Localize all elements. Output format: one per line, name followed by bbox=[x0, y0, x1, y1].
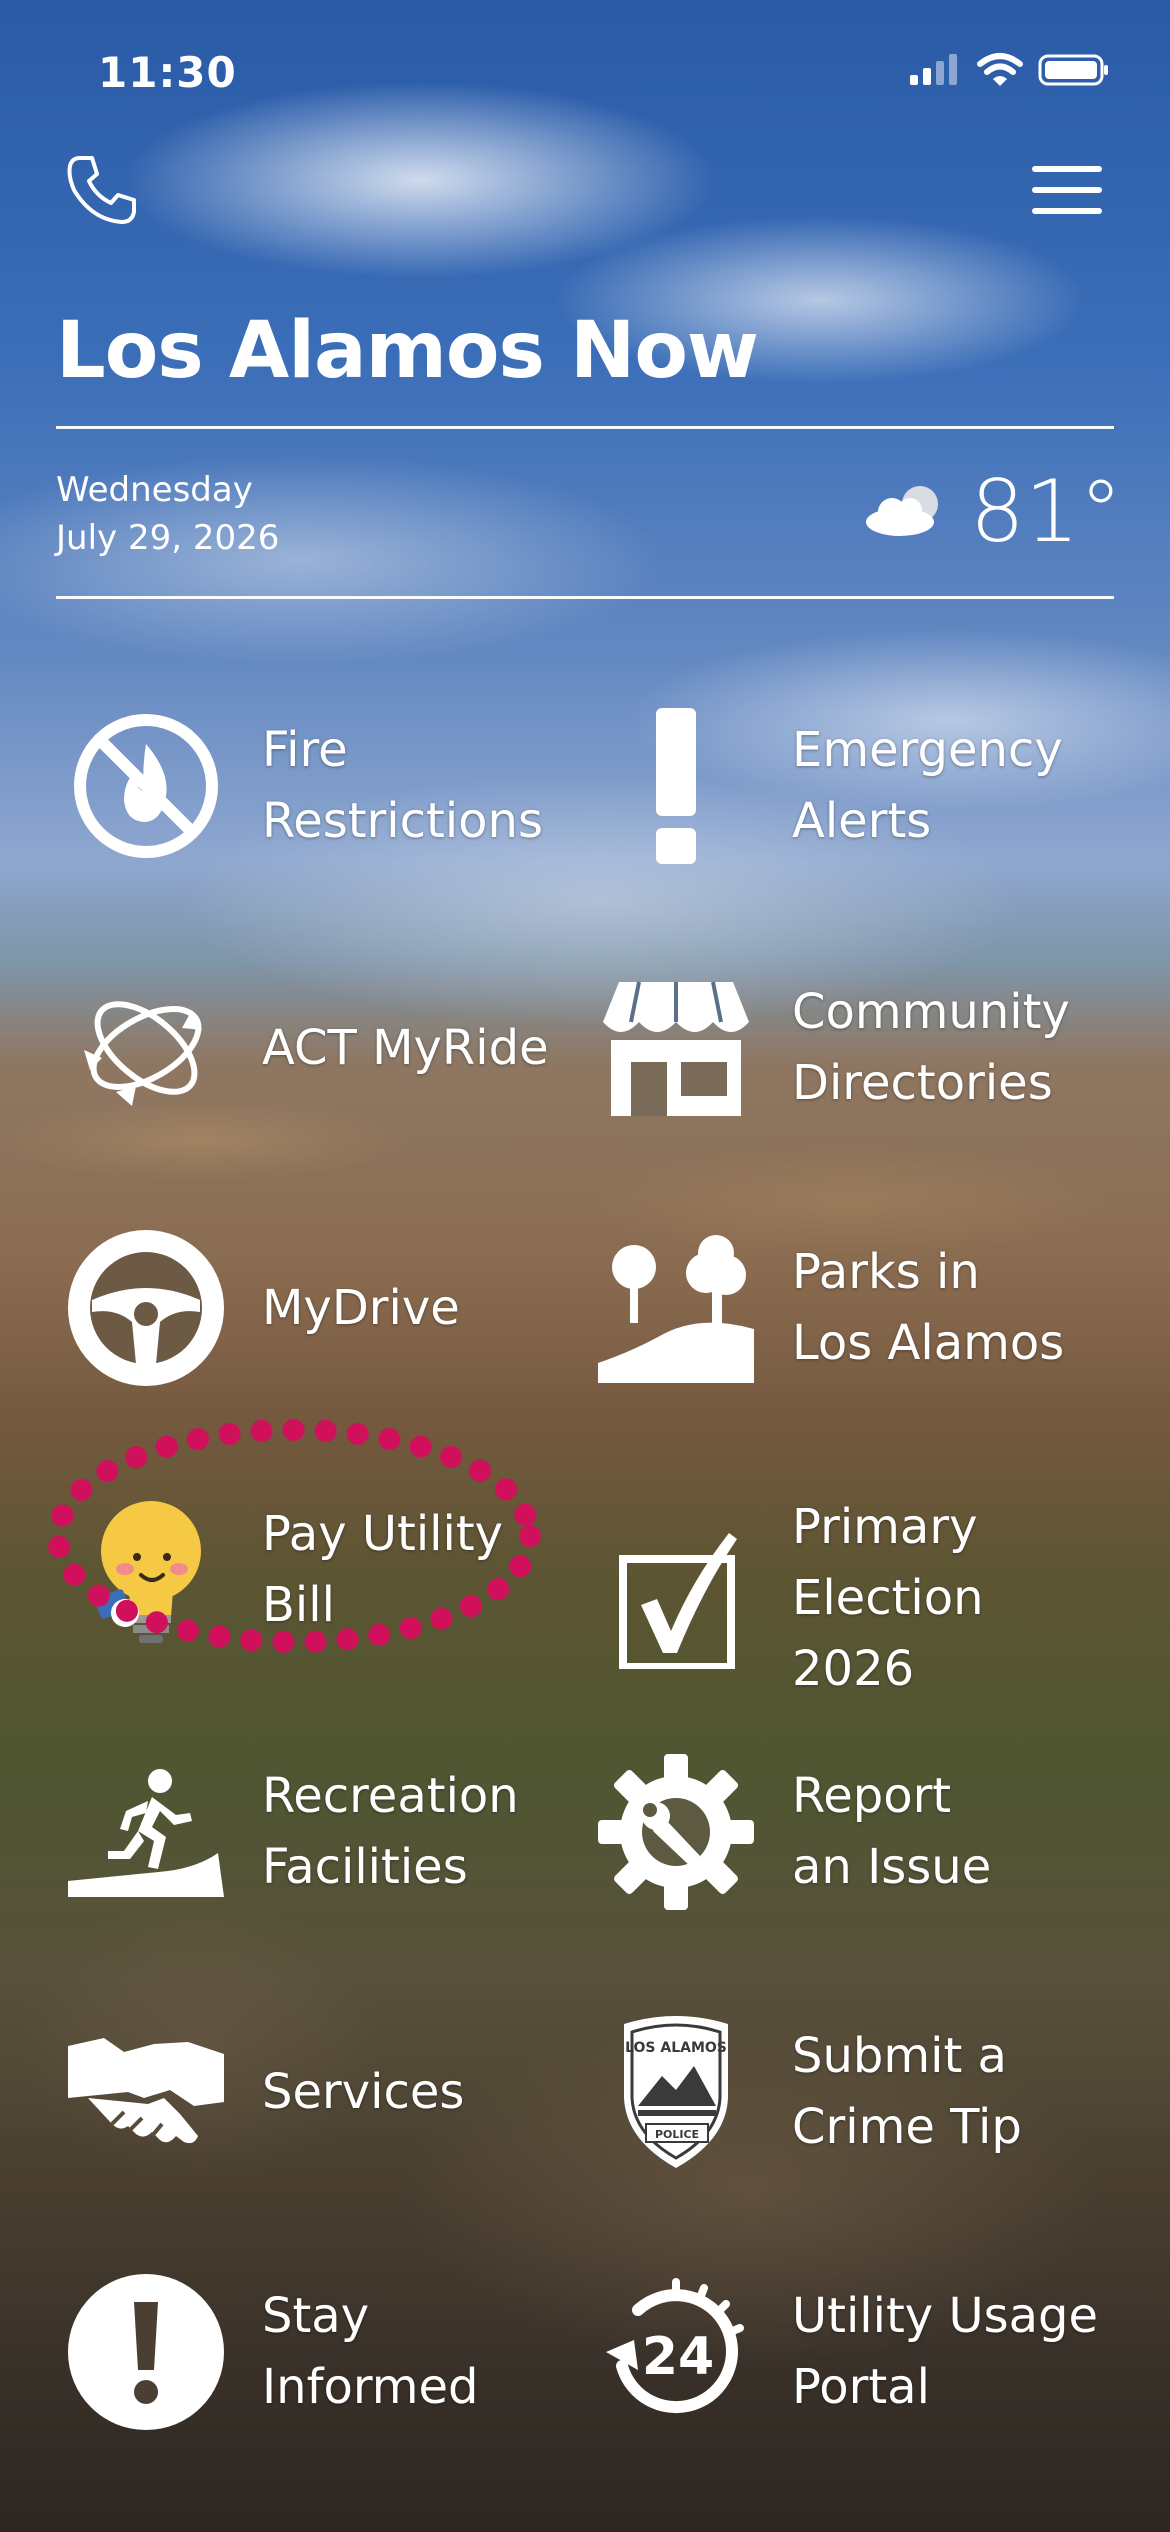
header-divider-top bbox=[56, 426, 1114, 429]
tile-pay-utility-bill[interactable]: Pay Utility Bill bbox=[68, 1492, 503, 1648]
tile-label: MyDrive bbox=[262, 1279, 460, 1336]
tile-label: Submit a Crime Tip bbox=[792, 2028, 1022, 2155]
info-exclamation-circle-icon bbox=[68, 2274, 224, 2430]
tile-label: Recreation Facilities bbox=[262, 1768, 519, 1895]
hamburger-icon bbox=[1032, 166, 1102, 214]
tile-label: Emergency Alerts bbox=[792, 722, 1063, 849]
tile-label: Pay Utility Bill bbox=[262, 1506, 504, 1633]
tile-label: Primary Election 2026 bbox=[792, 1499, 984, 1697]
temperature-readout: 81° bbox=[970, 462, 1123, 562]
weekday-label: Wednesday bbox=[56, 470, 253, 510]
steering-wheel-icon bbox=[68, 1230, 224, 1386]
tile-label: Parks in Los Alamos bbox=[792, 1244, 1065, 1371]
tile-act-myride[interactable]: ACT MyRide bbox=[68, 970, 549, 1126]
tile-recreation-facilities[interactable]: Recreation Facilities bbox=[68, 1754, 519, 1910]
handshake-icon bbox=[68, 2014, 224, 2170]
battery-icon bbox=[1038, 54, 1108, 86]
clock-24-text: 24 bbox=[642, 2327, 714, 2387]
badge-bottom-text: POLICE bbox=[655, 2128, 699, 2141]
bus-route-arrows-icon bbox=[68, 970, 224, 1126]
badge-top-text: LOS ALAMOS bbox=[625, 2040, 727, 2056]
tile-parks[interactable]: Parks in Los Alamos bbox=[598, 1230, 1064, 1386]
tile-label: Services bbox=[262, 2063, 465, 2120]
storefront-icon bbox=[598, 970, 754, 1126]
status-icons bbox=[908, 52, 1110, 88]
tile-label: Report an Issue bbox=[792, 1768, 992, 1895]
park-trees-icon bbox=[598, 1230, 754, 1386]
tile-services[interactable]: Services bbox=[68, 2014, 464, 2170]
tile-label: Fire Restrictions bbox=[262, 722, 543, 849]
tile-crime-tip[interactable]: LOS ALAMOS POLICE Submit a Crime Tip bbox=[598, 2014, 1022, 2170]
status-time: 11:30 bbox=[98, 48, 237, 97]
signal-icon bbox=[910, 54, 957, 85]
tile-mydrive[interactable]: MyDrive bbox=[68, 1230, 460, 1386]
24-hour-icon: 24 bbox=[598, 2274, 754, 2430]
lightbulb-character-icon bbox=[68, 1492, 224, 1648]
gear-wrench-icon bbox=[598, 1754, 754, 1910]
tile-emergency-alerts[interactable]: Emergency Alerts bbox=[598, 708, 1063, 864]
app-title: Los Alamos Now bbox=[56, 306, 759, 396]
phone-icon bbox=[67, 156, 136, 224]
tile-label: Community Directories bbox=[792, 984, 1070, 1111]
tile-stay-informed[interactable]: Stay Informed bbox=[68, 2274, 479, 2430]
tile-utility-usage-portal[interactable]: 24 Utility Usage Portal bbox=[598, 2274, 1098, 2430]
tile-primary-election[interactable]: Primary Election 2026 bbox=[598, 1492, 984, 1705]
tile-report-issue[interactable]: Report an Issue bbox=[598, 1754, 991, 1910]
tile-label: ACT MyRide bbox=[262, 1019, 549, 1076]
exclamation-icon bbox=[598, 708, 754, 864]
wifi-icon bbox=[977, 53, 1023, 86]
runner-icon bbox=[68, 1754, 224, 1910]
tile-label: Stay Informed bbox=[262, 2288, 479, 2415]
ballot-checkbox-icon bbox=[598, 1521, 754, 1677]
header-divider-bottom bbox=[56, 596, 1114, 599]
partly-cloudy-night-icon bbox=[866, 486, 938, 536]
hamburger-menu-button[interactable] bbox=[1030, 162, 1104, 218]
phone-button[interactable] bbox=[62, 150, 142, 230]
tile-label: Utility Usage Portal bbox=[792, 2288, 1098, 2415]
tile-community-directories[interactable]: Community Directories bbox=[598, 970, 1070, 1126]
date-label: July 29, 2026 bbox=[56, 518, 280, 558]
no-fire-icon bbox=[68, 708, 224, 864]
tile-fire-restrictions[interactable]: Fire Restrictions bbox=[68, 708, 543, 864]
police-badge-icon: LOS ALAMOS POLICE bbox=[598, 2014, 754, 2170]
home-screen: 11:30 Los Alamos Now Wednesday July 29, … bbox=[0, 0, 1170, 2532]
